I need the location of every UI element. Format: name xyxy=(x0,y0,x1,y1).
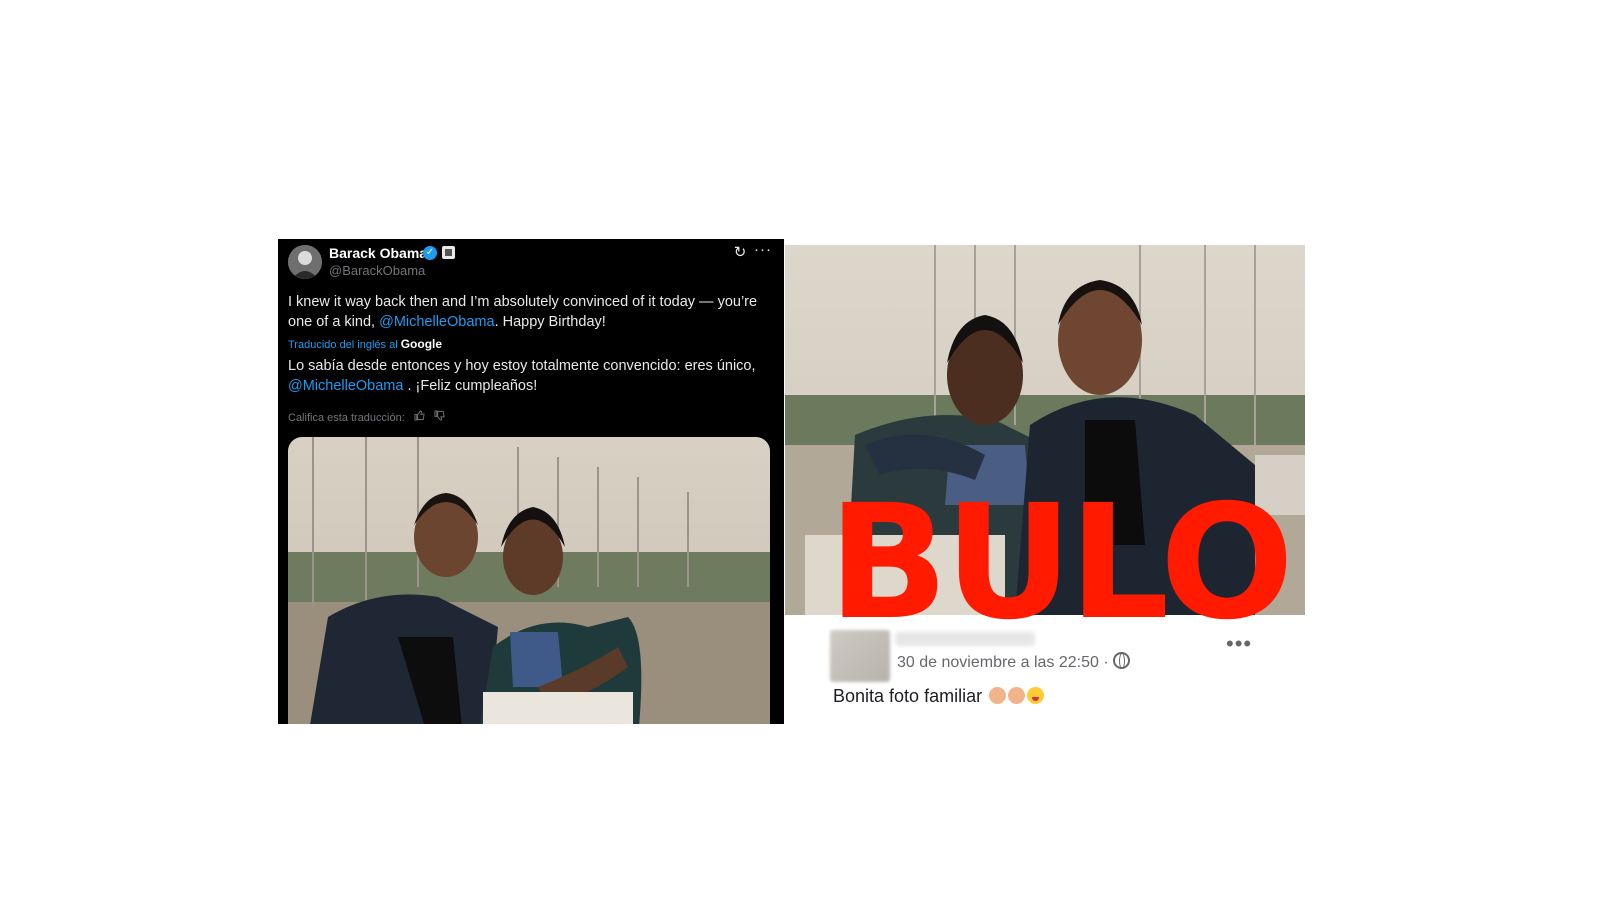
translated-text-part: . ¡Feliz cumpleaños! xyxy=(403,378,538,394)
facebook-post-text: Bonita foto familiar xyxy=(833,686,1045,707)
winking-face-tongue-icon xyxy=(1027,687,1045,704)
mention-link[interactable]: @MichelleObama xyxy=(288,378,403,394)
clapping-hands-icon xyxy=(1008,687,1026,704)
globe-icon xyxy=(1112,652,1130,669)
affiliation-badge-icon xyxy=(442,246,455,259)
post-timestamp[interactable]: 30 de noviembre a las 22:50 · xyxy=(897,652,1130,672)
more-options-icon[interactable]: ••• xyxy=(1226,633,1252,655)
author-name[interactable]: Barack Obama xyxy=(329,245,427,261)
more-options-icon[interactable]: ··· xyxy=(754,242,772,258)
translated-by-google[interactable]: Traducido del inglés al Google xyxy=(288,337,442,351)
verified-badge-icon: ✓ xyxy=(423,246,437,260)
translated-text-part: Lo sabía desde entonces y hoy estoy tota… xyxy=(288,358,756,374)
bulo-hoax-stamp: BULO xyxy=(828,471,1294,655)
post-caption: Bonita foto familiar xyxy=(833,686,983,706)
avatar-portrait-icon xyxy=(288,245,322,279)
rate-translation-label: Califica esta traducción: xyxy=(288,412,405,424)
translated-text: Lo sabía desde entonces y hoy estoy tota… xyxy=(288,356,773,396)
timestamp-text: 30 de noviembre a las 22:50 · xyxy=(897,654,1109,671)
rate-translation: Califica esta traducción: xyxy=(288,410,445,424)
author-handle[interactable]: @BarackObama xyxy=(329,263,425,278)
translated-label: Traducido del inglés al xyxy=(288,339,401,351)
clapping-hands-icon xyxy=(989,687,1007,704)
thumb-down-icon[interactable] xyxy=(434,410,445,424)
blurred-avatar[interactable] xyxy=(830,630,890,682)
thumb-up-icon[interactable] xyxy=(414,410,425,424)
post-text: I knew it way back then and I’m absolute… xyxy=(288,292,768,332)
couple-photo-image xyxy=(288,437,770,724)
post-photo[interactable] xyxy=(288,437,770,724)
blurred-author-name[interactable] xyxy=(895,632,1035,646)
mention-link[interactable]: @MichelleObama xyxy=(379,314,494,330)
author-avatar[interactable] xyxy=(288,245,322,279)
refresh-icon[interactable]: ↻ xyxy=(732,245,748,261)
post-text-part: . Happy Birthday! xyxy=(494,314,606,330)
x-post-card: Barack Obama ✓ @BarackObama ↻ ··· I knew… xyxy=(278,239,784,724)
google-logo: Google xyxy=(400,337,443,351)
